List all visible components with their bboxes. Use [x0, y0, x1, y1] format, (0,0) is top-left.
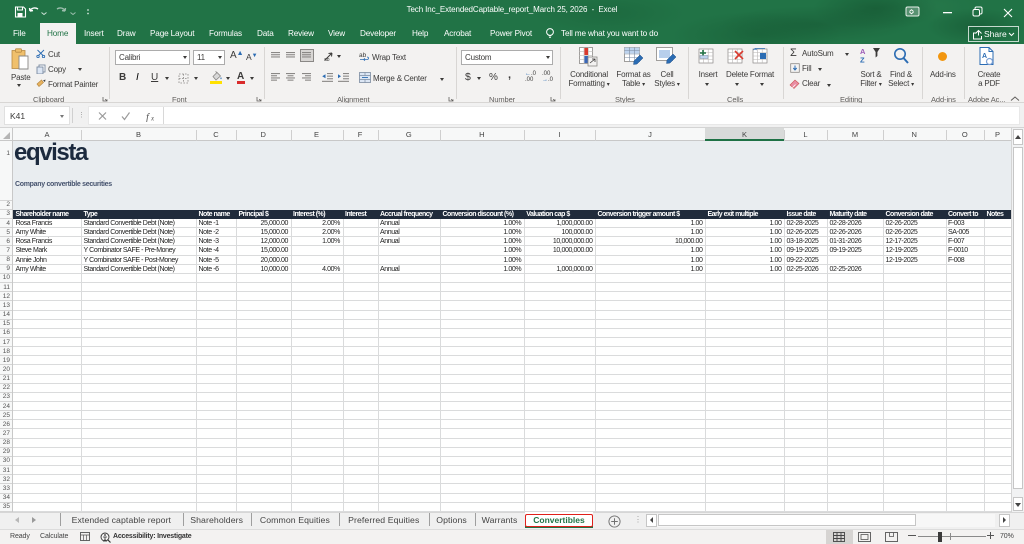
svg-text:Z: Z: [860, 56, 865, 64]
svg-text:x: x: [150, 114, 155, 122]
svg-text:ab: ab: [359, 52, 367, 59]
svg-text:f: f: [146, 112, 150, 122]
svg-text:ab: ab: [324, 57, 330, 62]
svg-text:A: A: [982, 53, 987, 60]
